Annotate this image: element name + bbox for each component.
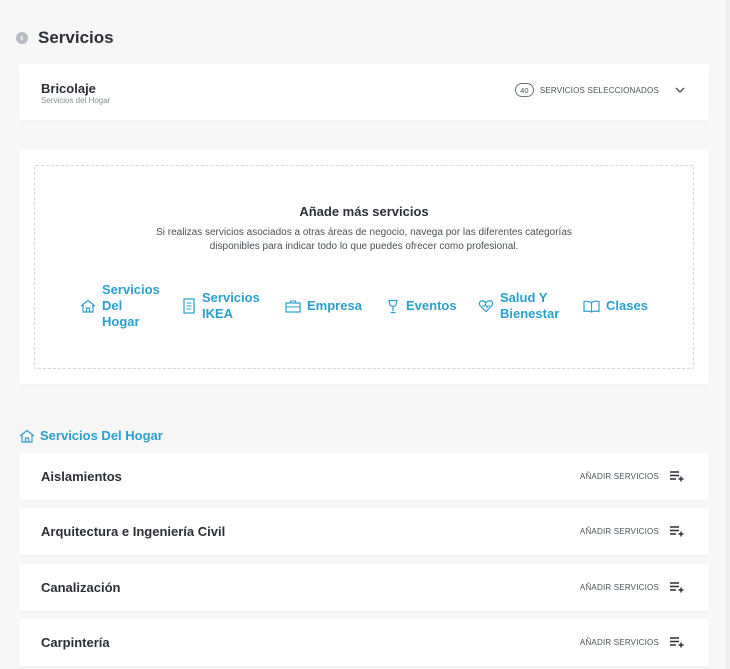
add-more-title: Añade más servicios	[299, 204, 429, 219]
chevron-left-icon	[20, 35, 24, 41]
page-title: Servicios	[38, 28, 114, 47]
category-label: Servicios IKEA	[202, 290, 260, 321]
selected-services-label: SERVICIOS SELECCIONADOS	[539, 85, 659, 95]
add-services-button[interactable]: AÑADIR SERVICIOS	[580, 470, 685, 482]
selected-category-card[interactable]: Bricolaje Servicios del Hogar 40 SERVICI…	[19, 64, 709, 120]
document-icon	[183, 298, 195, 314]
list-item-title: Canalización	[41, 580, 121, 595]
category-label: Salud Y Bienestar	[500, 290, 560, 321]
list-add-icon	[670, 526, 684, 537]
list-item-title: Carpintería	[41, 635, 110, 650]
section-title-label: Servicios Del Hogar	[40, 428, 163, 443]
list-add-icon	[670, 637, 684, 648]
category-label: Eventos	[406, 298, 457, 313]
section-title: Servicios Del Hogar	[19, 428, 163, 443]
list-item-title: Aislamientos	[41, 469, 122, 484]
list-item: Carpintería AÑADIR SERVICIOS	[19, 619, 709, 666]
selected-services-toggle[interactable]: 40 SERVICIOS SELECCIONADOS	[514, 83, 685, 97]
back-button[interactable]	[16, 32, 28, 44]
category-label: Clases	[606, 298, 648, 313]
add-more-description: Si realizas servicios asociados a otras …	[156, 227, 572, 252]
category-link-servicios-ikea[interactable]: Servicios IKEA	[182, 290, 272, 322]
dashed-area	[34, 165, 694, 369]
house-icon	[19, 429, 35, 443]
add-services-button[interactable]: AÑADIR SERVICIOS	[580, 525, 685, 537]
page-header: Servicios	[16, 28, 114, 48]
category-link-servicios-del-hogar[interactable]: Servicios Del Hogar	[80, 282, 160, 330]
add-services-label: AÑADIR SERVICIOS	[579, 582, 659, 592]
add-services-label: AÑADIR SERVICIOS	[579, 471, 659, 481]
add-services-label: AÑADIR SERVICIOS	[579, 637, 659, 647]
book-icon	[583, 300, 600, 313]
heart-icon	[478, 300, 494, 313]
category-label: Servicios Del Hogar	[102, 282, 160, 329]
scrollbar-track[interactable]	[726, 0, 730, 669]
add-services-button[interactable]: AÑADIR SERVICIOS	[580, 581, 685, 593]
category-link-clases[interactable]: Clases	[583, 298, 648, 314]
category-link-eventos[interactable]: Eventos	[386, 298, 457, 314]
add-more-services-card: Añade más servicios Si realizas servicio…	[19, 150, 709, 384]
list-item: Arquitectura e Ingeniería Civil AÑADIR S…	[19, 508, 709, 555]
selected-category-title: Bricolaje	[41, 81, 96, 96]
add-services-button[interactable]: AÑADIR SERVICIOS	[580, 636, 685, 648]
briefcase-icon	[285, 300, 301, 313]
list-item: Canalización AÑADIR SERVICIOS	[19, 564, 709, 611]
list-item-title: Arquitectura e Ingeniería Civil	[41, 524, 226, 539]
list-add-icon	[670, 582, 684, 593]
list-add-icon	[670, 471, 684, 482]
add-services-label: AÑADIR SERVICIOS	[579, 526, 659, 536]
category-link-salud-y-bienestar[interactable]: Salud Y Bienestar	[478, 290, 568, 322]
house-icon	[80, 299, 96, 313]
category-label: Empresa	[307, 298, 362, 313]
selected-count-badge: 40	[514, 83, 534, 97]
chevron-down-icon[interactable]	[675, 86, 685, 94]
list-item: Aislamientos AÑADIR SERVICIOS	[19, 453, 709, 500]
selected-category-subtitle: Servicios del Hogar	[41, 96, 111, 105]
trophy-icon	[388, 299, 398, 313]
category-link-empresa[interactable]: Empresa	[285, 298, 362, 314]
